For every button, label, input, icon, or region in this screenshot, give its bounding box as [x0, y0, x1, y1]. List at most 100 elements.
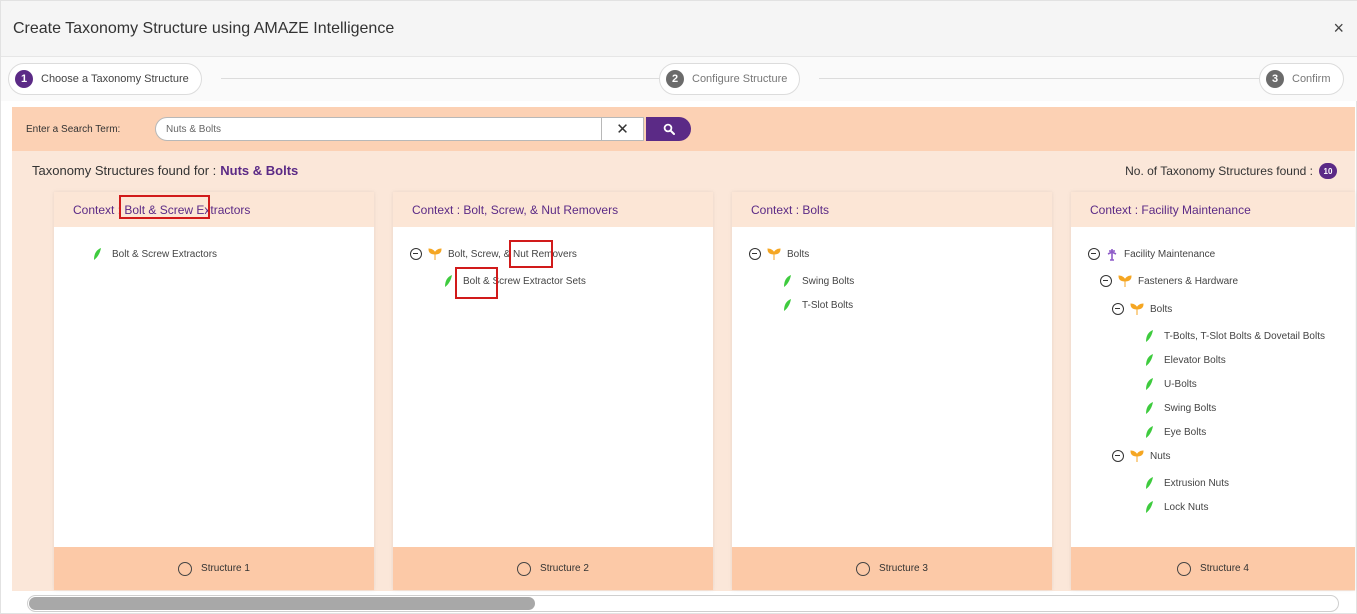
clear-search-button[interactable]: ✕	[602, 117, 644, 141]
leaf-icon	[1146, 477, 1153, 489]
structure-card-1: Context : Bolt & Screw Extractors Bolt &…	[54, 192, 374, 590]
tree-node-label: T-Slot Bolts	[802, 299, 854, 311]
tree-node[interactable]: Extrusion Nuts	[1144, 475, 1229, 491]
stepper-connector	[221, 78, 661, 79]
leaf-icon	[1146, 378, 1153, 390]
radio-button[interactable]	[856, 561, 871, 576]
results-prefix: Taxonomy Structures found for :	[32, 163, 217, 178]
tree-node[interactable]: Elevator Bolts	[1144, 352, 1226, 368]
tree-node[interactable]: U-Bolts	[1144, 376, 1197, 392]
tree-node[interactable]: Facility Maintenance	[1088, 246, 1215, 262]
tree-node[interactable]: Bolts	[1112, 301, 1172, 317]
leaf-icon	[1146, 501, 1153, 513]
leaf-icon	[1146, 426, 1153, 438]
tree-node-label: Bolts	[1150, 303, 1173, 315]
step-2[interactable]: 2 Configure Structure	[659, 63, 801, 95]
radio-button[interactable]	[517, 561, 532, 576]
step-number: 2	[666, 70, 684, 88]
horizontal-scrollbar[interactable]	[27, 595, 1339, 612]
structure-label: Structure 1	[201, 563, 250, 574]
collapse-icon[interactable]	[749, 248, 761, 260]
structure-option-1[interactable]: Structure 1	[54, 547, 374, 590]
structure-option-2[interactable]: Structure 2	[393, 547, 713, 590]
card-context: Context : Bolt, Screw, & Nut Removers	[393, 192, 713, 227]
taxonomy-tree: Facility Maintenance Fasteners & Hardwar…	[1071, 227, 1355, 513]
scrollbar-thumb[interactable]	[29, 597, 535, 610]
leaf-icon	[1146, 402, 1153, 414]
leaf-icon	[445, 275, 452, 287]
radio-button[interactable]	[1177, 561, 1192, 576]
sprout-icon	[1130, 450, 1144, 462]
close-button[interactable]: ×	[1333, 19, 1344, 37]
structure-card-4: Context : Facility Maintenance Facility …	[1071, 192, 1355, 590]
dialog-header: Create Taxonomy Structure using AMAZE In…	[1, 1, 1357, 57]
sprout-icon	[428, 248, 442, 260]
highlight-box	[509, 240, 553, 268]
tree-node-label: Swing Bolts	[802, 275, 855, 287]
taxonomy-dialog: Create Taxonomy Structure using AMAZE In…	[0, 0, 1357, 614]
taxonomy-tree: Bolt, Screw, & Nut Removers Bolt & Screw…	[393, 227, 713, 287]
tree-node-label: Bolts	[787, 248, 810, 260]
wizard-stepper: 1 Choose a Taxonomy Structure 2 Configur…	[1, 57, 1357, 101]
step-number: 3	[1266, 70, 1284, 88]
collapse-icon[interactable]	[1112, 303, 1124, 315]
tree-node-label: Nuts	[1150, 450, 1171, 462]
results-count-label: No. of Taxonomy Structures found :	[1125, 164, 1313, 178]
collapse-icon[interactable]	[1112, 450, 1124, 462]
leaf-icon	[1146, 330, 1153, 342]
tree-node-label: T-Bolts, T-Slot Bolts & Dovetail Bolts	[1164, 330, 1325, 342]
search-input[interactable]: Nuts & Bolts	[155, 117, 602, 141]
structure-label: Structure 4	[1200, 563, 1249, 574]
count-badge: 10	[1319, 163, 1337, 179]
structure-card-2: Context : Bolt, Screw, & Nut Removers Bo…	[393, 192, 713, 590]
dialog-title: Create Taxonomy Structure using AMAZE In…	[13, 20, 395, 37]
structure-option-4[interactable]: Structure 4	[1071, 547, 1355, 590]
tree-node[interactable]: Swing Bolts	[1144, 400, 1216, 416]
search-bar: Enter a Search Term: Nuts & Bolts ✕	[12, 107, 1355, 151]
radio-button[interactable]	[178, 561, 193, 576]
tree-node[interactable]: Fasteners & Hardware	[1100, 273, 1238, 289]
tree-node[interactable]: Nuts	[1112, 448, 1171, 464]
tree-node[interactable]: T-Bolts, T-Slot Bolts & Dovetail Bolts	[1144, 328, 1325, 344]
results-term: Nuts & Bolts	[220, 163, 299, 178]
structure-label: Structure 2	[540, 563, 589, 574]
stepper-connector	[819, 78, 1259, 79]
tree-node[interactable]: Swing Bolts	[782, 273, 854, 289]
tree-node-label: Elevator Bolts	[1164, 354, 1226, 366]
results-heading: Taxonomy Structures found for : Nuts & Bo…	[32, 163, 298, 178]
tree-node-label: Bolt & Screw Extractors	[112, 248, 218, 260]
tree-node[interactable]: Bolts	[749, 246, 809, 262]
card-context: Context : Bolt & Screw Extractors	[54, 192, 374, 227]
step-3[interactable]: 3 Confirm	[1259, 63, 1344, 95]
search-label: Enter a Search Term:	[26, 124, 121, 135]
tree-node[interactable]: Bolt & Screw Extractors	[92, 246, 217, 262]
tree-node-label: Eye Bolts	[1164, 426, 1207, 438]
leaf-icon	[1146, 354, 1153, 366]
collapse-icon[interactable]	[1088, 248, 1100, 260]
highlight-box	[119, 195, 210, 219]
step-1[interactable]: 1 Choose a Taxonomy Structure	[8, 63, 202, 95]
collapse-icon[interactable]	[1100, 275, 1112, 287]
step-label: Choose a Taxonomy Structure	[41, 73, 189, 85]
taxonomy-tree: Bolt & Screw Extractors	[54, 227, 374, 260]
tree-node-label: Facility Maintenance	[1124, 248, 1216, 260]
step-label: Confirm	[1292, 73, 1331, 85]
results-panel: Taxonomy Structures found for : Nuts & Bo…	[12, 151, 1355, 591]
structure-label: Structure 3	[879, 563, 928, 574]
collapse-icon[interactable]	[410, 248, 422, 260]
step-label: Configure Structure	[692, 73, 788, 85]
leaf-icon	[784, 299, 791, 311]
leaf-icon	[784, 275, 791, 287]
taxonomy-tree: Bolts Swing Bolts T-Slot Bolts	[732, 227, 1052, 311]
tree-node-label: U-Bolts	[1164, 378, 1197, 390]
structure-option-3[interactable]: Structure 3	[732, 547, 1052, 590]
sprout-icon	[1130, 303, 1144, 315]
structure-card-3: Context : Bolts Bolts Swing Bolts T-Slot…	[732, 192, 1052, 590]
sprout-icon	[1118, 275, 1132, 287]
tree-node[interactable]: Eye Bolts	[1144, 424, 1206, 440]
search-button[interactable]	[646, 117, 691, 141]
search-icon	[663, 123, 675, 135]
tree-node[interactable]: Lock Nuts	[1144, 499, 1208, 515]
tree-node-label: Swing Bolts	[1164, 402, 1217, 414]
tree-node[interactable]: T-Slot Bolts	[782, 297, 853, 313]
